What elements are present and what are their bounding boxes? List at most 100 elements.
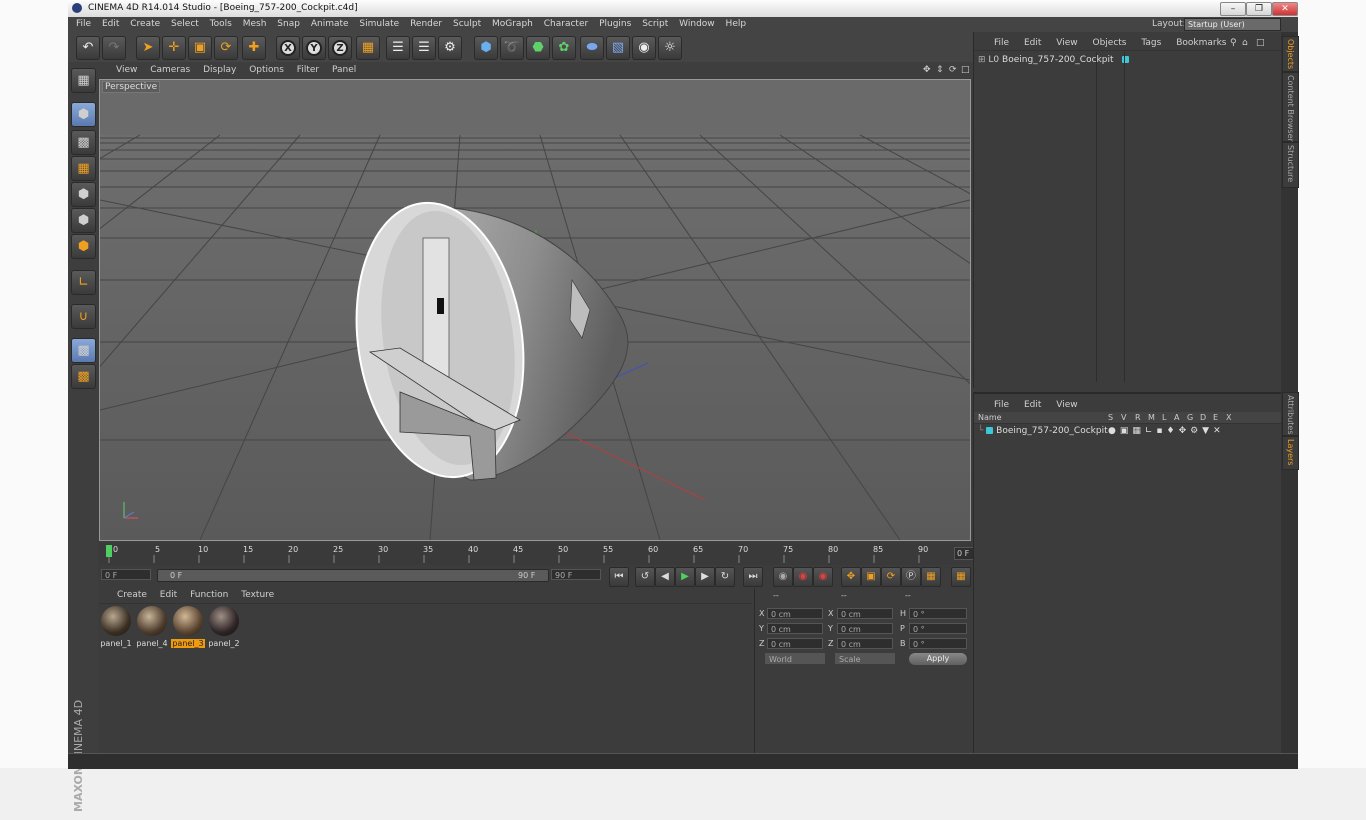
size-y-field[interactable]: 0 cm <box>837 623 893 634</box>
viewport-menu-view[interactable]: View <box>116 65 137 75</box>
cube-icon[interactable]: ⬢ <box>474 36 498 60</box>
deformer-icon[interactable]: ⬬ <box>580 36 604 60</box>
undo-icon[interactable]: ↶ <box>76 36 100 60</box>
position-z-field[interactable]: 0 cm <box>767 638 823 649</box>
viewport-menu-cameras[interactable]: Cameras <box>150 65 190 75</box>
timeline-ruler[interactable]: 0 5 10 15 20 25 30 35 40 45 50 55 60 65 … <box>99 543 1003 565</box>
menu-plugins[interactable]: Plugins <box>599 19 631 29</box>
viewport-nav-rotate-icon[interactable]: ⟳ <box>949 62 957 78</box>
go-to-previous-keyframe-icon[interactable]: ↺ <box>635 567 655 587</box>
menu-mesh[interactable]: Mesh <box>243 19 267 29</box>
objects-menu-tags[interactable]: Tags <box>1141 38 1161 48</box>
go-to-next-keyframe-icon[interactable]: ↻ <box>715 567 735 587</box>
rotation-b-field[interactable]: 0 ° <box>909 638 967 649</box>
autokeying-icon[interactable]: ◉ <box>793 567 813 587</box>
material-panel-1[interactable]: panel_1 <box>99 606 133 648</box>
add-icon[interactable]: ✚ <box>242 36 266 60</box>
timeline-window-icon[interactable]: ▦ <box>951 567 971 587</box>
render-view-icon[interactable]: ☰ <box>386 36 410 60</box>
menu-script[interactable]: Script <box>642 19 668 29</box>
rotation-key-icon[interactable]: ⟳ <box>881 567 901 587</box>
objects-menu-bookmarks[interactable]: Bookmarks <box>1176 38 1226 48</box>
redo-icon[interactable]: ↷ <box>102 36 126 60</box>
viewport-menu-display[interactable]: Display <box>203 65 236 75</box>
tab-structure[interactable]: Structure <box>1282 142 1299 188</box>
material-panel-3[interactable]: panel_3 <box>171 606 205 648</box>
play-icon[interactable]: ▶ <box>675 567 695 587</box>
next-frame-icon[interactable]: ▶ <box>695 567 715 587</box>
menu-tools[interactable]: Tools <box>210 19 232 29</box>
go-to-start-icon[interactable]: ⏮ <box>609 567 629 587</box>
material-menu-function[interactable]: Function <box>190 590 228 600</box>
menu-character[interactable]: Character <box>544 19 588 29</box>
parameter-key-icon[interactable]: Ⓟ <box>901 567 921 587</box>
search-icon[interactable]: ⚲ <box>1230 36 1237 50</box>
menu-simulate[interactable]: Simulate <box>359 19 399 29</box>
array-icon[interactable]: ✿ <box>552 36 576 60</box>
layout-select[interactable]: Startup (User) <box>1184 18 1281 31</box>
floor-icon[interactable]: ▧ <box>606 36 630 60</box>
rotation-p-field[interactable]: 0 ° <box>909 623 967 634</box>
material-menu-edit[interactable]: Edit <box>160 590 177 600</box>
material-panel-4[interactable]: panel_4 <box>135 606 169 648</box>
apply-button[interactable]: Apply <box>909 653 967 665</box>
edit-render-settings-icon[interactable]: ⚙ <box>438 36 462 60</box>
nurbs-icon[interactable]: ⬣ <box>526 36 550 60</box>
menu-file[interactable]: File <box>76 19 91 29</box>
y-axis-icon[interactable]: Y <box>302 36 326 60</box>
workplane-lock-icon[interactable]: ▩ <box>71 338 96 363</box>
tab-layers[interactable]: Layers <box>1282 436 1299 470</box>
light-icon[interactable]: ☼ <box>658 36 682 60</box>
menu-help[interactable]: Help <box>726 19 747 29</box>
camera-icon[interactable]: ◉ <box>632 36 656 60</box>
make-editable-icon[interactable]: ▦ <box>71 68 96 93</box>
scale-key-icon[interactable]: ▣ <box>861 567 881 587</box>
viewport-nav-toggle-icon[interactable]: □ <box>961 62 970 78</box>
render-picture-viewer-icon[interactable]: ☰ <box>412 36 436 60</box>
layer-color-icon[interactable] <box>986 427 994 434</box>
size-mode-select[interactable]: Scale <box>835 653 895 664</box>
material-menu-texture[interactable]: Texture <box>241 590 274 600</box>
viewport-nav-zoom-icon[interactable]: ⇕ <box>936 62 944 78</box>
rotation-h-field[interactable]: 0 ° <box>909 608 967 619</box>
viewport-menu-filter[interactable]: Filter <box>297 65 319 75</box>
record-active-objects-icon[interactable]: ◉ <box>773 567 793 587</box>
objects-menu-edit[interactable]: Edit <box>1024 38 1041 48</box>
menu-snap[interactable]: Snap <box>277 19 300 29</box>
home-icon[interactable]: ⌂ <box>1242 36 1248 50</box>
perspective-viewport[interactable]: Perspective <box>99 79 971 541</box>
x-axis-icon[interactable]: X <box>276 36 300 60</box>
size-z-field[interactable]: 0 cm <box>837 638 893 649</box>
viewport-menu-panel[interactable]: Panel <box>332 65 356 75</box>
viewport-camera-label[interactable]: Perspective <box>102 81 161 93</box>
new-view-icon[interactable]: □ <box>1256 36 1265 50</box>
spline-pen-icon[interactable]: ➰ <box>500 36 524 60</box>
size-x-field[interactable]: 0 cm <box>837 608 893 619</box>
position-x-field[interactable]: 0 cm <box>767 608 823 619</box>
layer-row[interactable]: └ Boeing_757-200_Cockpit ●▣▦∟▪♦✥⚙▼✕ <box>978 425 1278 437</box>
material-panel-2[interactable]: panel_2 <box>207 606 241 648</box>
menu-create[interactable]: Create <box>130 19 160 29</box>
texture-mode-icon[interactable]: ▩ <box>71 130 96 155</box>
layer-toggle-icons[interactable]: ●▣▦∟▪♦✥⚙▼✕ <box>1108 425 1225 437</box>
objects-menu-objects[interactable]: Objects <box>1092 38 1126 48</box>
keyframe-selection-icon[interactable]: ◉ <box>813 567 833 587</box>
tab-content-browser[interactable]: Content Browser <box>1282 72 1299 142</box>
menu-window[interactable]: Window <box>679 19 715 29</box>
model-mode-icon[interactable]: ⬢ <box>71 102 96 127</box>
position-y-field[interactable]: 0 cm <box>767 623 823 634</box>
scale-icon[interactable]: ▣ <box>188 36 212 60</box>
menu-render[interactable]: Render <box>410 19 442 29</box>
rotate-icon[interactable]: ⟳ <box>214 36 238 60</box>
axis-mode-icon[interactable]: ∟ <box>71 270 96 295</box>
objects-menu-file[interactable]: File <box>994 38 1009 48</box>
polygons-mode-icon[interactable]: ⬢ <box>71 234 96 259</box>
playhead[interactable] <box>106 545 112 557</box>
edges-mode-icon[interactable]: ⬢ <box>71 208 96 233</box>
expand-icon[interactable]: ⊞ <box>978 55 986 65</box>
live-selection-icon[interactable]: ➤ <box>136 36 160 60</box>
objects-menu-view[interactable]: View <box>1056 38 1077 48</box>
object-row[interactable]: ⊞ L0 Boeing_757-200_Cockpit <box>978 54 1278 66</box>
frame-range-slider[interactable]: 0 F 90 F <box>157 569 549 582</box>
previous-frame-icon[interactable]: ◀ <box>655 567 675 587</box>
